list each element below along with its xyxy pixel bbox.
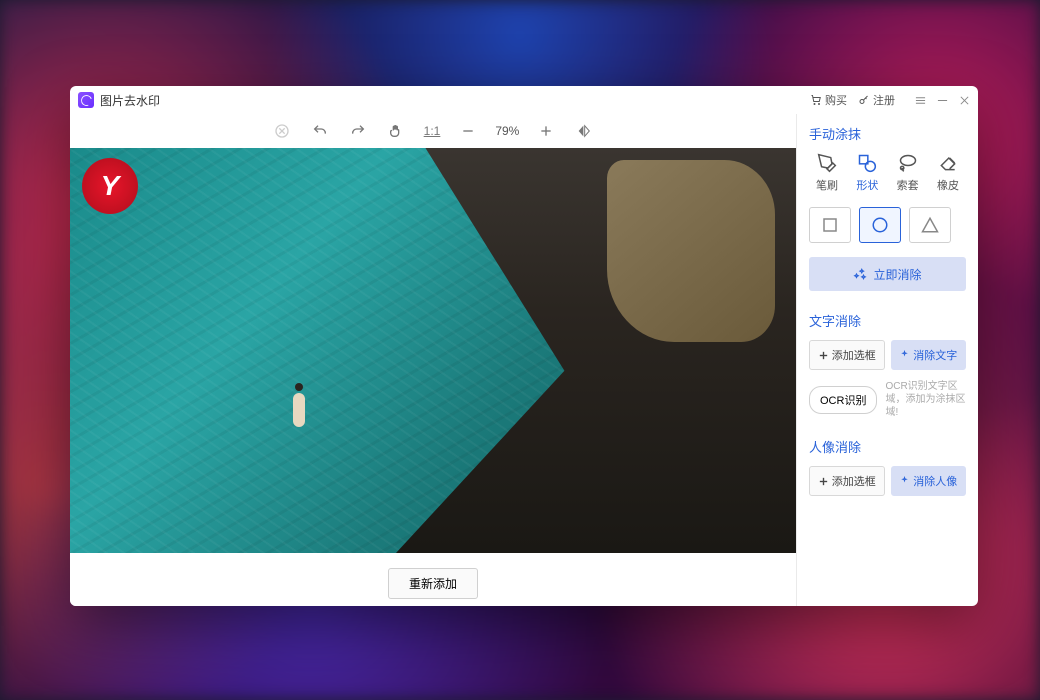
text-erase-title: 文字消除 xyxy=(809,311,966,330)
flip-button[interactable] xyxy=(574,121,594,141)
sparkle-icon xyxy=(899,476,910,487)
eraser-icon xyxy=(938,153,958,173)
watermark-logo: Y xyxy=(82,158,138,214)
app-icon xyxy=(78,92,94,108)
image-canvas[interactable]: Y xyxy=(70,148,796,553)
magic-icon xyxy=(853,267,867,281)
brush-tool[interactable]: 笔刷 xyxy=(809,153,845,193)
ratio-button[interactable]: 1:1 xyxy=(424,121,441,141)
canvas-viewport[interactable]: Y xyxy=(70,148,796,560)
zoom-in-button[interactable] xyxy=(536,121,556,141)
shape-triangle[interactable] xyxy=(909,207,951,243)
app-title: 图片去水印 xyxy=(100,92,160,109)
bottom-bar: 重新添加 xyxy=(70,560,796,606)
cart-icon xyxy=(810,94,822,106)
app-window: 图片去水印 购买 注册 1:1 xyxy=(70,86,978,606)
zoom-level: 79% xyxy=(492,124,522,138)
add-selection-portrait-button[interactable]: 添加选框 xyxy=(809,466,885,496)
ocr-button[interactable]: OCR识别 xyxy=(809,386,877,414)
eraser-tool[interactable]: 橡皮 xyxy=(930,153,966,193)
manual-smear-title: 手动涂抹 xyxy=(809,124,966,143)
close-button[interactable] xyxy=(958,94,970,106)
lasso-tool[interactable]: 索套 xyxy=(890,153,926,193)
zoom-out-button[interactable] xyxy=(458,121,478,141)
shape-icon xyxy=(857,153,877,173)
ocr-description: OCR识别文字区域，添加为涂抹区域! xyxy=(885,380,966,419)
buy-button[interactable]: 购买 xyxy=(810,92,847,108)
sidebar: 手动涂抹 笔刷 形状 索套 橡皮 xyxy=(796,114,978,606)
add-selection-text-button[interactable]: 添加选框 xyxy=(809,340,885,370)
plus-icon xyxy=(818,476,829,487)
erase-text-button[interactable]: 消除文字 xyxy=(891,340,967,370)
shape-circle[interactable] xyxy=(859,207,901,243)
undo-button[interactable] xyxy=(310,121,330,141)
shape-tool[interactable]: 形状 xyxy=(849,153,885,193)
titlebar: 图片去水印 购买 注册 xyxy=(70,86,978,114)
pan-button[interactable] xyxy=(386,121,406,141)
erase-now-button[interactable]: 立即消除 xyxy=(809,257,966,291)
tarp-object xyxy=(607,160,775,342)
key-icon xyxy=(858,94,870,106)
shape-square[interactable] xyxy=(809,207,851,243)
re-add-button[interactable]: 重新添加 xyxy=(388,568,478,599)
sparkle-icon xyxy=(899,350,910,361)
plus-icon xyxy=(818,350,829,361)
menu-button[interactable] xyxy=(914,94,926,106)
erase-portrait-button[interactable]: 消除人像 xyxy=(891,466,967,496)
swimmer-object xyxy=(281,383,317,441)
portrait-erase-title: 人像消除 xyxy=(809,437,966,456)
redo-button[interactable] xyxy=(348,121,368,141)
minimize-button[interactable] xyxy=(936,94,948,106)
delete-button[interactable] xyxy=(272,121,292,141)
canvas-toolbar: 1:1 79% xyxy=(70,114,796,148)
register-button[interactable]: 注册 xyxy=(858,92,895,108)
brush-icon xyxy=(817,153,837,173)
lasso-icon xyxy=(898,153,918,173)
